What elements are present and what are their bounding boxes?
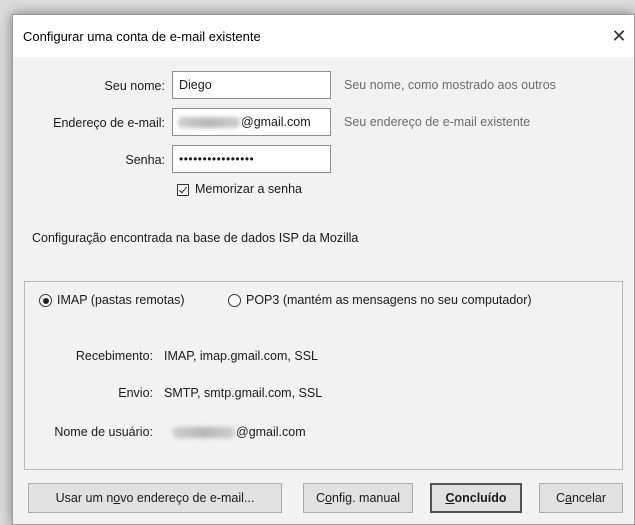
manual-config-button[interactable]: Config. manual [303,483,413,513]
password-label: Senha: [125,153,165,167]
password-mask: •••••••••••••••• [179,152,255,166]
dialog-window: Configurar uma conta de e-mail existente… [12,14,635,525]
remember-password-checkbox[interactable] [177,184,189,196]
email-domain: @gmail.com [241,115,311,129]
incoming-label: Recebimento: [75,349,153,363]
config-status-text: Configuração encontrada na base de dados… [32,231,359,245]
new-address-text-b: vo endereço de e-mail... [120,491,255,505]
pop3-radio[interactable] [228,294,241,307]
redacted-username [178,117,240,129]
title-bar: Configurar uma conta de e-mail existente… [13,15,634,57]
close-icon[interactable]: ✕ [606,23,632,49]
incoming-value: IMAP, imap.gmail.com, SSL [164,349,318,363]
cancel-button[interactable]: Cancelar [539,483,623,513]
new-address-text-a: Usar um n [55,491,114,505]
name-value: Diego [179,78,212,92]
email-field[interactable]: @gmail.com [172,108,331,136]
email-label: Endereço de e-mail: [53,116,165,130]
username-value: @gmail.com [173,425,306,439]
name-label: Seu nome: [13,79,165,93]
account-settings-group [24,281,623,470]
username-domain: @gmail.com [236,425,306,439]
cancel-text-a: C [555,491,566,505]
done-text: oncluído [454,491,507,505]
username-label: Nome de usuário: [54,425,153,439]
outgoing-label: Envio: [118,386,153,400]
imap-label: IMAP (pastas remotas) [57,293,185,307]
cancel-text-b: ncelar [571,491,607,505]
name-field[interactable]: Diego [172,71,331,99]
password-field[interactable]: •••••••••••••••• [172,145,331,173]
outgoing-value: SMTP, smtp.gmail.com, SSL [164,386,323,400]
redacted-username [173,427,235,439]
remember-password-label: Memorizar a senha [195,182,302,196]
manual-accel: o [324,491,332,505]
name-label-text: Seu nome: [104,79,165,93]
done-button[interactable]: Concluído [430,483,522,513]
manual-text-a: C [315,491,325,505]
name-hint: Seu nome, como mostrado aos outros [344,78,556,92]
dialog-title: Configurar uma conta de e-mail existente [23,29,261,44]
new-address-button[interactable]: Usar um novo endereço de e-mail... [28,483,282,513]
manual-text-b: nfig. manual [331,491,401,505]
imap-radio[interactable] [39,294,52,307]
pop3-label: POP3 (mantém as mensagens no seu computa… [246,293,532,307]
cancel-accel: a [565,491,572,505]
email-hint: Seu endereço de e-mail existente [344,115,531,129]
